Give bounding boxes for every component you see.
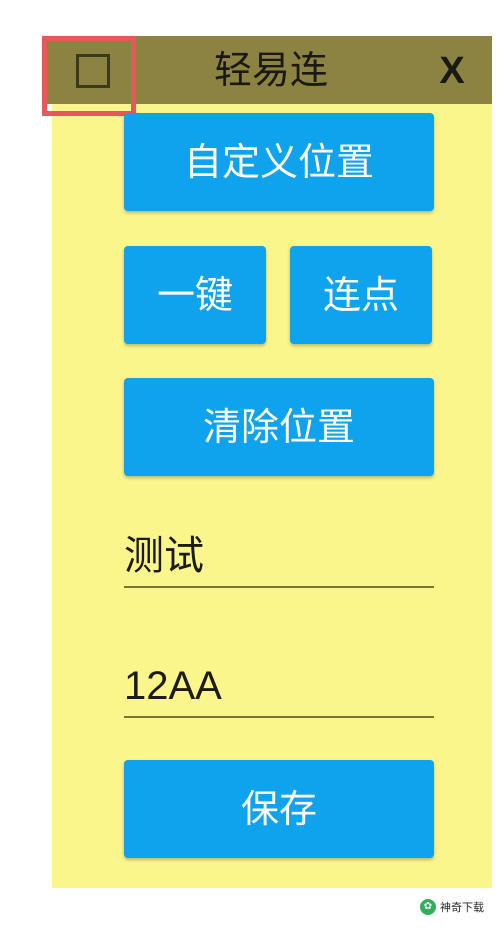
one-key-button[interactable]: 一键 xyxy=(124,246,266,344)
custom-position-button[interactable]: 自定义位置 xyxy=(124,113,434,211)
clear-position-button[interactable]: 清除位置 xyxy=(124,378,434,476)
minimize-checkbox-icon[interactable] xyxy=(76,54,110,88)
watermark-logo-icon: ✿ xyxy=(420,899,436,915)
watermark: ✿ 神奇下载 xyxy=(420,894,500,920)
name-input[interactable]: 测试 xyxy=(124,526,434,588)
code-input[interactable]: 12AA xyxy=(124,656,434,718)
continuous-click-button[interactable]: 连点 xyxy=(290,246,432,344)
watermark-text: 神奇下载 xyxy=(440,901,484,914)
save-button[interactable]: 保存 xyxy=(124,760,434,858)
close-button[interactable]: X xyxy=(422,36,482,104)
window-title: 轻易连 xyxy=(213,48,328,92)
